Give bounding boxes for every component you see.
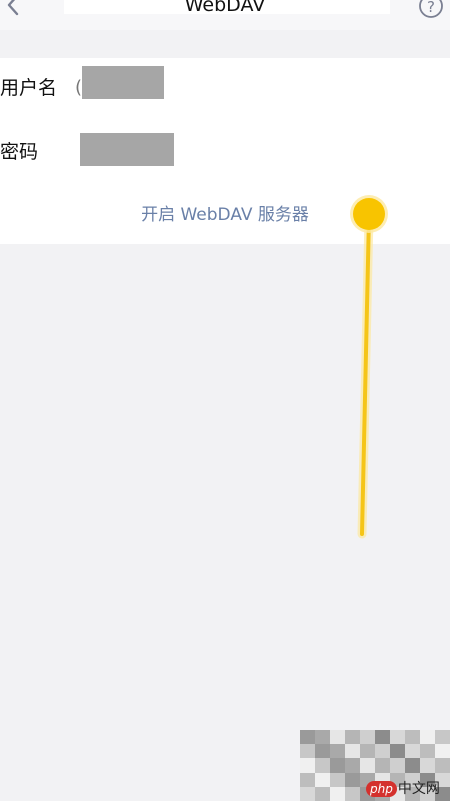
mosaic-tile xyxy=(375,730,390,745)
enable-webdav-server-button[interactable]: 开启 WebDAV 服务器 xyxy=(0,204,450,226)
watermark-logo: php xyxy=(366,781,397,797)
username-field-redacted[interactable] xyxy=(82,66,164,99)
password-label: 密码 xyxy=(0,141,39,163)
help-glyph: ? xyxy=(427,0,435,16)
mosaic-tile xyxy=(405,758,420,773)
mosaic-tile xyxy=(330,758,345,773)
password-field-redacted[interactable] xyxy=(80,133,174,166)
mosaic-tile xyxy=(360,744,375,759)
watermark-text: 中文网 xyxy=(397,781,440,797)
mosaic-tile xyxy=(330,786,345,801)
mosaic-tile xyxy=(360,730,375,745)
mosaic-tile xyxy=(315,786,330,801)
mosaic-tile xyxy=(390,730,405,745)
mosaic-tile xyxy=(300,730,315,745)
mosaic-tile xyxy=(345,786,360,801)
mosaic-tile xyxy=(330,744,345,759)
mosaic-tile xyxy=(435,744,450,759)
mosaic-tile xyxy=(345,772,360,787)
mosaic-tile xyxy=(345,758,360,773)
mosaic-tile xyxy=(345,730,360,745)
mosaic-tile xyxy=(405,730,420,745)
mosaic-tile xyxy=(315,744,330,759)
mosaic-tile xyxy=(420,758,435,773)
mosaic-tile xyxy=(345,744,360,759)
mosaic-tile xyxy=(405,744,420,759)
mosaic-tile xyxy=(330,772,345,787)
mosaic-tile xyxy=(420,744,435,759)
mosaic-tile xyxy=(300,786,315,801)
webdav-settings-card: 用户名 ( 密码 开启 WebDAV 服务器 xyxy=(0,58,450,244)
mosaic-tile xyxy=(435,758,450,773)
mosaic-tile xyxy=(360,758,375,773)
mosaic-tile xyxy=(375,744,390,759)
mosaic-tile xyxy=(390,744,405,759)
navigation-bar: WebDAV ? xyxy=(0,0,450,30)
chevron-left-icon[interactable] xyxy=(3,0,23,16)
site-watermark: php 中文网 xyxy=(366,780,440,798)
question-circle-icon[interactable]: ? xyxy=(416,0,446,22)
mosaic-tile xyxy=(420,730,435,745)
username-field-hint: ( xyxy=(75,77,83,98)
mosaic-tile xyxy=(300,744,315,759)
mosaic-tile xyxy=(435,730,450,745)
mosaic-tile xyxy=(330,730,345,745)
mosaic-tile xyxy=(375,758,390,773)
mosaic-tile xyxy=(300,772,315,787)
page-title: WebDAV xyxy=(184,0,266,16)
mosaic-tile xyxy=(300,758,315,773)
username-label: 用户名 xyxy=(0,77,58,99)
mosaic-tile xyxy=(315,772,330,787)
mosaic-tile xyxy=(315,758,330,773)
mosaic-tile xyxy=(315,730,330,745)
mosaic-tile xyxy=(390,758,405,773)
